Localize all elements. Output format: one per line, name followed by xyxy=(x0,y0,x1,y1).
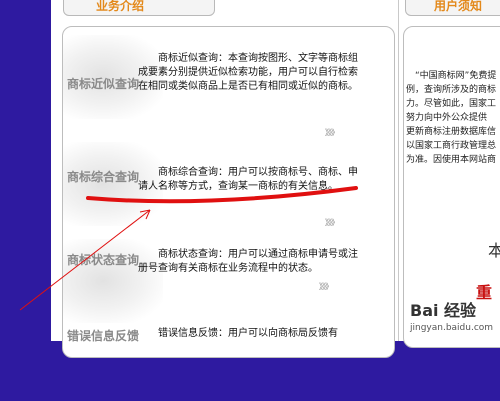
red-arrow-line xyxy=(19,209,151,311)
red-underline xyxy=(86,186,358,204)
annotation-overlay xyxy=(19,186,358,311)
